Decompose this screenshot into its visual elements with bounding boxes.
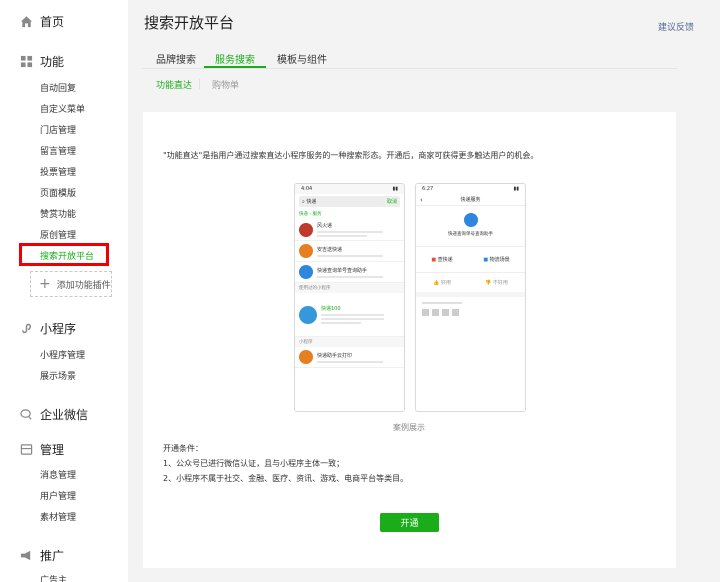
mock-result-name: 快递助手云打印 [317,352,353,359]
conditions-title: 开通条件： [163,444,203,453]
mock-result-row: 快递100 [295,293,404,337]
tabs-divider [142,68,677,69]
status-icons: ▮▮ [392,186,398,192]
sidebar-item-materials[interactable]: 素材管理 [40,510,76,523]
mock-nav-bar: ‹ 快递服务 [416,194,525,206]
tab-templates[interactable]: 模板与组件 [277,51,327,66]
status-bar: 6:27 ▮▮ [416,184,525,194]
sidebar-home-label: 首页 [40,15,65,29]
miniprogram-icon [22,323,31,334]
sidebar-item-vote[interactable]: 投票管理 [40,165,76,178]
mock-app-header: 快递查询单号查询助手 [416,206,525,246]
sidebar-item-home[interactable]: 首页 [20,13,64,30]
mock-result-row: 快递助手云打印 [295,347,404,368]
sidebar-item-store[interactable]: 门店管理 [40,123,76,136]
mock-result-name: 安吉送快递 [317,246,343,253]
add-plugin-button[interactable]: + 添加功能插件 [30,271,112,297]
status-time: 6:27 [422,186,434,192]
highlight-box [19,243,109,266]
sidebar-item-display-scene[interactable]: 展示场景 [40,369,76,382]
subtab-divider [199,79,200,89]
sidebar-function-label: 功能 [40,55,65,69]
subtab-direct-function[interactable]: 功能直达 [156,78,192,91]
status-icons: ▮▮ [513,186,519,192]
mock-app-name: 快递查询单号查询助手 [448,232,493,237]
status-bar: 4:04 ▮▮ [295,184,404,194]
sidebar-section-miniprogram[interactable]: 小程序 [20,320,76,337]
grid-icon [20,55,33,68]
sidebar-item-users[interactable]: 用户管理 [40,489,76,502]
mock-nav-title: 快递服务 [460,197,481,203]
sidebar-item-reward[interactable]: 赞赏功能 [40,207,76,220]
add-plugin-label: 添加功能插件 [56,280,111,291]
sidebar-item-wework[interactable]: 企业微信 [20,406,88,423]
tab-service-search[interactable]: 服务搜索 [215,51,255,66]
sidebar-item-custom-menu[interactable]: 自定义菜单 [40,102,85,115]
mock-option: ■ 物流场景 [483,257,510,263]
sidebar-item-page-template[interactable]: 页面模版 [40,186,76,199]
app-logo-icon [299,350,313,364]
app-logo-icon [299,265,313,279]
sidebar-wework-label: 企业微信 [40,408,89,422]
home-icon [20,16,33,28]
mock-search-cancel: 取消 [386,199,397,205]
plus-icon: + [39,276,51,292]
open-button[interactable]: 开通 [380,513,439,532]
intro-text: "功能直达"是指用户通过搜索直达小程序服务的一种搜索形态。开通后，商家可获得更多… [163,151,539,160]
megaphone-icon [20,550,31,561]
page-title: 搜索开放平台 [144,14,235,32]
sidebar-item-miniprogram-manage[interactable]: 小程序管理 [40,348,85,361]
tab-brand-search[interactable]: 品牌搜索 [156,51,196,66]
condition-item: 1、公众号已进行微信认证，且与小程序主体一致； [163,459,345,468]
mock-like: 👍 好用 [433,280,451,286]
mock-section-label: 快递 - 服务 [295,209,404,219]
sidebar-item-comments[interactable]: 留言管理 [40,144,76,157]
sidebar-item-advertiser[interactable]: 广告主 [40,573,67,582]
subtab-shopping-list[interactable]: 购物单 [212,78,239,91]
condition-item: 2、小程序不属于社交、金融、医疗、资讯、游戏、电商平台等类目。 [163,474,409,483]
feedback-link[interactable]: 建议反馈 [658,20,694,33]
status-time: 4:04 [301,186,313,192]
content-panel: "功能直达"是指用户通过搜索直达小程序服务的一种搜索形态。开通后，商家可获得更多… [143,112,676,568]
example-phone-search: 4:04 ▮▮ ⌕ 快递 取消 快递 - 服务 风火递 安吉送快递 快递查询单号… [294,183,405,412]
wework-icon [20,409,32,420]
mock-result-row: 安吉送快递 [295,241,404,262]
mock-used-label: 使用过的小程序 [295,283,404,293]
app-logo-icon [299,305,317,324]
mock-feedback-row: 👍 好用 👎 不好用 [416,273,525,292]
sidebar-item-messages[interactable]: 消息管理 [40,468,76,481]
back-icon: ‹ [420,195,423,204]
sidebar-miniprogram-label: 小程序 [40,322,77,336]
mock-recent-users [416,297,525,321]
example-caption: 案例展示 [393,423,425,432]
sidebar-section-function[interactable]: 功能 [20,53,64,70]
sidebar-item-original[interactable]: 原创管理 [40,228,76,241]
mock-dislike: 👎 不好用 [485,280,508,286]
mock-result-row: 快递查询单号查询助手 [295,262,404,283]
mock-result-row: 风火递 [295,219,404,241]
sidebar-item-auto-reply[interactable]: 自动回复 [40,81,76,94]
app-logo-icon [299,222,313,237]
sidebar-section-manage[interactable]: 管理 [20,441,64,458]
mock-result-name: 风火递 [317,223,333,229]
active-tab-indicator [204,66,266,68]
app-logo-icon [463,213,478,227]
mock-option: ■ 查快递 [431,257,453,263]
mock-search-bar: ⌕ 快递 取消 [299,196,400,207]
app-logo-icon [299,244,313,258]
mock-search-text: 快递 [306,199,317,205]
mock-result-name: 快递100 [321,306,341,312]
sidebar-manage-label: 管理 [40,443,65,457]
mock-options: ■ 查快递 ■ 物流场景 [416,247,525,272]
example-phone-service: 6:27 ▮▮ ‹ 快递服务 快递查询单号查询助手 ■ 查快递 ■ 物流场景 👍… [415,183,526,412]
manage-icon [20,444,33,455]
sidebar: 首页 功能 自动回复 自定义菜单 门店管理 留言管理 投票管理 页面模版 赞赏功… [0,0,128,582]
sidebar-section-promote[interactable]: 推广 [20,547,64,564]
mock-result-name: 快递查询单号查询助手 [317,267,368,274]
mock-mini-label: 小程序 [295,337,404,347]
main-content: 搜索开放平台 建议反馈 品牌搜索 服务搜索 模板与组件 功能直达 购物单 "功能… [128,0,720,582]
sidebar-promote-label: 推广 [40,549,65,563]
